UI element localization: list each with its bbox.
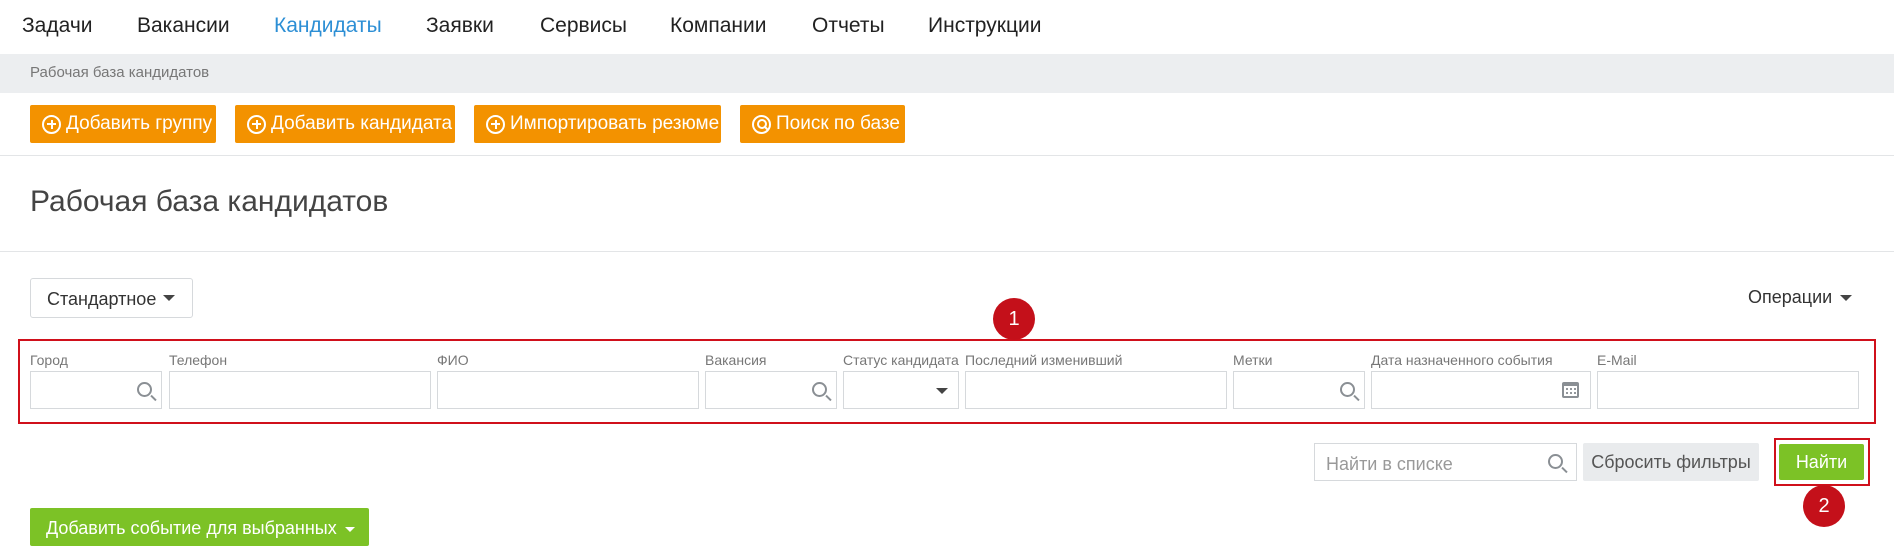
search-in-list-placeholder: Найти в списке: [1326, 454, 1453, 474]
nav-item-vacancies[interactable]: Вакансии: [137, 14, 230, 38]
plus-circle-icon: [42, 114, 61, 134]
search-icon: [1340, 382, 1355, 397]
caret-down-icon: [344, 526, 355, 532]
filter-label-event-date: Дата назначенного события: [1371, 352, 1553, 368]
find-highlight-box: [1774, 438, 1870, 486]
nav-item-requests[interactable]: Заявки: [426, 14, 494, 38]
annotation-badge-2: 2: [1803, 485, 1845, 527]
import-resume-button[interactable]: Импортировать резюме: [474, 105, 721, 143]
add-candidate-button[interactable]: Добавить кандидата: [235, 105, 455, 143]
divider: [0, 155, 1894, 156]
search-circle-icon: [752, 114, 771, 134]
filter-label-tags: Метки: [1233, 352, 1273, 368]
last-modified-by-field[interactable]: [965, 371, 1227, 409]
email-field[interactable]: [1597, 371, 1859, 409]
operations-dropdown[interactable]: Операции: [1748, 287, 1853, 308]
search-database-label: Поиск по базе: [776, 113, 900, 134]
fullname-field[interactable]: [437, 371, 699, 409]
nav-item-tasks[interactable]: Задачи: [22, 14, 93, 38]
import-resume-label: Импортировать резюме: [510, 113, 720, 134]
page-title: Рабочая база кандидатов: [30, 185, 389, 218]
phone-field[interactable]: [169, 371, 431, 409]
filter-label-last-modified-by: Последний изменивший: [965, 352, 1123, 368]
nav-item-instructions[interactable]: Инструкции: [928, 14, 1041, 38]
search-icon: [812, 382, 827, 397]
caret-down-icon: [936, 388, 948, 394]
search-icon: [137, 382, 152, 397]
top-navigation: Задачи Вакансии Кандидаты Заявки Сервисы…: [0, 0, 1894, 54]
filter-label-fullname: ФИО: [437, 352, 469, 368]
search-in-list-input[interactable]: Найти в списке: [1314, 443, 1577, 481]
city-field[interactable]: [30, 371, 162, 409]
view-select[interactable]: Стандартное: [30, 278, 193, 318]
caret-down-icon: [163, 295, 175, 301]
search-icon: [1548, 454, 1563, 469]
filter-label-candidate-status: Статус кандидата: [843, 352, 959, 368]
plus-circle-icon: [486, 114, 505, 134]
add-event-label: Добавить событие для выбранных: [46, 518, 337, 538]
breadcrumb: Рабочая база кандидатов: [0, 54, 1894, 93]
add-event-for-selected-button[interactable]: Добавить событие для выбранных: [30, 508, 369, 546]
filter-label-phone: Телефон: [169, 352, 228, 368]
nav-item-candidates[interactable]: Кандидаты: [274, 14, 382, 38]
candidate-status-select[interactable]: [843, 371, 959, 409]
view-select-value: Стандартное: [47, 289, 157, 309]
operations-label: Операции: [1748, 287, 1833, 307]
vacancy-field[interactable]: [705, 371, 837, 409]
filter-label-vacancy: Вакансия: [705, 352, 767, 368]
breadcrumb-item[interactable]: Рабочая база кандидатов: [30, 64, 209, 81]
caret-down-icon: [1840, 295, 1853, 302]
nav-item-reports[interactable]: Отчеты: [812, 14, 885, 38]
calendar-icon[interactable]: [1562, 382, 1579, 398]
plus-circle-icon: [247, 114, 266, 134]
filter-label-email: E-Mail: [1597, 352, 1637, 368]
annotation-badge-1: 1: [993, 298, 1035, 340]
add-group-button[interactable]: Добавить группу: [30, 105, 216, 143]
nav-item-companies[interactable]: Компании: [670, 14, 766, 38]
nav-item-services[interactable]: Сервисы: [540, 14, 627, 38]
filter-label-city: Город: [30, 352, 68, 368]
add-candidate-label: Добавить кандидата: [271, 113, 453, 134]
reset-filters-button[interactable]: Сбросить фильтры: [1583, 443, 1759, 481]
search-database-button[interactable]: Поиск по базе: [740, 105, 905, 143]
tags-field[interactable]: [1233, 371, 1365, 409]
add-group-label: Добавить группу: [66, 113, 213, 134]
divider: [0, 251, 1894, 252]
event-date-field[interactable]: [1371, 371, 1591, 409]
